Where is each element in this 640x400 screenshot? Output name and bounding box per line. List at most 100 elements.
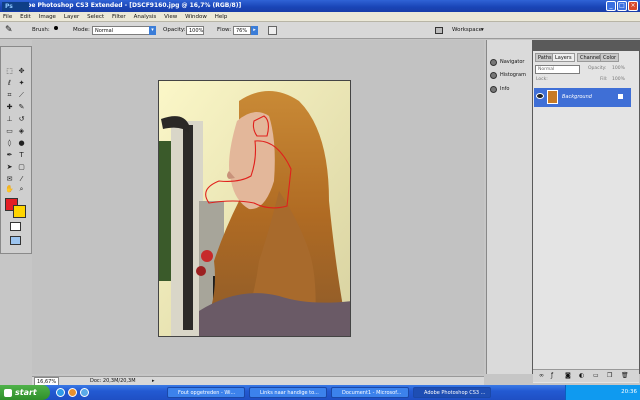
flow-input[interactable]: 76% — [233, 26, 251, 35]
minimize-button[interactable]: _ — [606, 1, 616, 11]
dock-histogram[interactable]: Histogram — [488, 69, 530, 82]
eyedropper-tool-icon[interactable]: ⁄ — [17, 175, 26, 184]
eye-icon[interactable] — [536, 93, 544, 99]
fill-label: Fill: — [600, 77, 608, 82]
palette-well-icon[interactable] — [435, 27, 443, 34]
brush-tool-icon[interactable]: ✎ — [17, 103, 26, 112]
menu-edit[interactable]: Edit — [17, 12, 34, 22]
dock-navigator-label: Navigator — [500, 59, 525, 65]
menu-analysis[interactable]: Analysis — [131, 12, 160, 22]
menu-view[interactable]: View — [161, 12, 180, 22]
menu-filter[interactable]: Filter — [109, 12, 129, 22]
airbrush-icon[interactable] — [268, 26, 277, 35]
quicklaunch-browser-icon[interactable] — [56, 388, 65, 397]
taskbar: start Fout opgetreden - Wi... Links naar… — [0, 385, 640, 400]
close-button[interactable]: × — [628, 1, 638, 11]
zoom-tool-icon[interactable]: ⌕ — [17, 185, 26, 194]
brush-label: Brush: — [32, 27, 50, 33]
magic-wand-tool-icon[interactable]: ✦ — [17, 79, 26, 88]
background-color-swatch[interactable] — [13, 205, 26, 218]
quicklaunch-media-icon[interactable] — [80, 388, 89, 397]
healing-brush-tool-icon[interactable]: ✚ — [5, 103, 14, 112]
flow-label: Flow: — [217, 27, 232, 33]
menu-layer[interactable]: Layer — [61, 12, 82, 22]
layer-opacity-value[interactable]: 100% — [612, 66, 625, 71]
dock-navigator[interactable]: Navigator — [488, 56, 530, 69]
fill-value[interactable]: 100% — [612, 77, 625, 82]
chevron-right-icon[interactable]: ▸ — [251, 26, 258, 35]
marquee-tool-icon[interactable]: ⬚ — [5, 67, 14, 76]
notes-tool-icon[interactable]: ✉ — [5, 175, 14, 184]
link-icon[interactable]: ∞ — [539, 372, 544, 379]
taskbar-item-photoshop[interactable]: Adobe Photoshop CS3 ... — [413, 387, 491, 398]
system-tray: 20:36 — [565, 385, 640, 400]
type-tool-icon[interactable]: T — [17, 151, 26, 160]
lock-icon — [618, 94, 623, 99]
opacity-input[interactable]: 100% — [186, 26, 204, 35]
mode-select[interactable]: Normal — [92, 26, 150, 35]
lock-label: Lock: — [536, 77, 548, 82]
doc-size: Doc: 20,3M/20,3M — [90, 378, 136, 384]
document-canvas[interactable] — [158, 80, 351, 337]
new-layer-icon[interactable]: ❐ — [607, 372, 612, 379]
clone-stamp-tool-icon[interactable]: ⊥ — [5, 115, 14, 124]
menu-help[interactable]: Help — [212, 12, 231, 22]
info-icon — [490, 86, 497, 93]
taskbar-item-document[interactable]: Document1 - Microsof... — [331, 387, 409, 398]
windows-logo-icon — [4, 389, 12, 397]
layer-opacity-label: Opacity: — [588, 66, 607, 71]
brush-preset-icon[interactable] — [54, 26, 58, 30]
dodge-tool-icon[interactable]: ● — [17, 139, 26, 148]
brush-tool-icon[interactable]: ✎ — [5, 22, 13, 39]
move-tool-icon[interactable]: ✥ — [17, 67, 26, 76]
quick-mask-icon[interactable] — [10, 222, 21, 231]
layer-name: Background — [562, 94, 592, 100]
eraser-tool-icon[interactable]: ▭ — [5, 127, 14, 136]
shape-tool-icon[interactable]: ▢ — [17, 163, 26, 172]
taskbar-item-error[interactable]: Fout opgetreden - Wi... — [167, 387, 245, 398]
workspace-chevron-icon[interactable]: ▾ — [481, 22, 484, 39]
maximize-button[interactable]: □ — [617, 1, 627, 11]
dock-info-label: Info — [500, 86, 510, 92]
folder-icon[interactable]: ▭ — [593, 372, 599, 379]
chevron-down-icon[interactable]: ▾ — [149, 26, 156, 35]
menu-window[interactable]: Window — [182, 12, 210, 22]
fx-icon[interactable]: ƒ — [551, 372, 553, 379]
hand-tool-icon[interactable]: ✋ — [5, 185, 14, 194]
mask-icon[interactable]: ◙ — [565, 372, 571, 379]
title-bar: Adobe Photoshop CS3 Extended - [DSCF9160… — [0, 0, 640, 12]
history-brush-tool-icon[interactable]: ↺ — [17, 115, 26, 124]
blend-mode-select[interactable]: Normal — [535, 65, 580, 74]
status-arrow-icon[interactable]: ▸ — [152, 377, 155, 385]
slice-tool-icon[interactable]: ⟋ — [17, 91, 26, 100]
tab-color[interactable]: Color — [600, 53, 620, 62]
menu-image[interactable]: Image — [36, 12, 59, 22]
menu-select[interactable]: Select — [84, 12, 107, 22]
mode-label: Mode: — [73, 27, 90, 33]
menu-bar: File Edit Image Layer Select Filter Anal… — [0, 12, 640, 22]
lasso-tool-icon[interactable]: ℓ — [5, 79, 14, 88]
dock-info[interactable]: Info — [488, 83, 530, 96]
dock-histogram-label: Histogram — [500, 72, 526, 78]
screen-mode-icon[interactable] — [10, 236, 21, 245]
path-selection-tool-icon[interactable]: ➤ — [5, 163, 14, 172]
window-title: Adobe Photoshop CS3 Extended - [DSCF9160… — [14, 2, 242, 9]
photo-image — [159, 81, 350, 336]
photoshop-logo: Ps — [2, 2, 29, 11]
tab-layers[interactable]: Layers — [552, 53, 575, 62]
crop-tool-icon[interactable]: ⌗ — [5, 91, 14, 100]
adjustment-icon[interactable]: ◐ — [579, 372, 584, 379]
pen-tool-icon[interactable]: ✒ — [5, 151, 14, 160]
quicklaunch-firefox-icon[interactable] — [68, 388, 77, 397]
start-label: start — [15, 388, 37, 397]
workspace-button[interactable]: Workspace — [452, 22, 482, 39]
blur-tool-icon[interactable]: ◊ — [5, 139, 14, 148]
taskbar-item-links[interactable]: Links naar handige to... — [249, 387, 327, 398]
clock: 20:36 — [621, 389, 637, 395]
layer-thumbnail — [547, 90, 558, 104]
trash-icon[interactable]: 🗑 — [621, 372, 629, 379]
layers-panel-footer: ∞ ƒ ◙ ◐ ▭ ❐ 🗑 — [533, 369, 639, 382]
navigator-icon — [490, 59, 497, 66]
menu-file[interactable]: File — [0, 12, 15, 22]
paint-bucket-tool-icon[interactable]: ◈ — [17, 127, 26, 136]
